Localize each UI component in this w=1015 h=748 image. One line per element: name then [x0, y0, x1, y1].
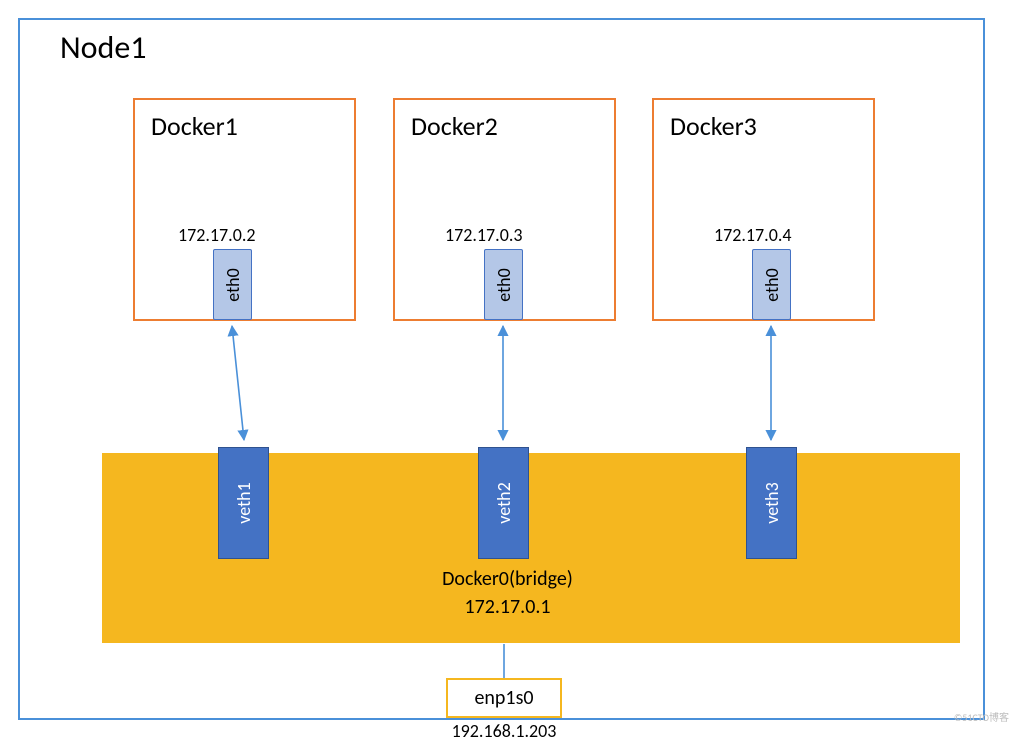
docker1-ip: 172.17.0.2 — [178, 224, 256, 246]
host-ip: 192.168.1.203 — [446, 720, 562, 742]
veth1-label: veth1 — [233, 482, 255, 523]
host-interface-label: enp1s0 — [474, 686, 533, 710]
docker2-ip: 172.17.0.3 — [445, 224, 523, 246]
veth3-box: veth3 — [746, 447, 797, 559]
bridge-text: Docker0(bridge) 172.17.0.1 — [358, 565, 658, 621]
docker1-eth0-label: eth0 — [222, 268, 244, 301]
docker1-title: Docker1 — [151, 110, 238, 142]
veth2-box: veth2 — [478, 447, 529, 559]
docker2-eth0-label: eth0 — [493, 268, 515, 301]
docker3-ip: 172.17.0.4 — [714, 224, 792, 246]
veth3-label: veth3 — [761, 482, 783, 523]
host-interface-box: enp1s0 — [446, 678, 562, 718]
node-title: Node1 — [60, 28, 146, 67]
veth1-box: veth1 — [218, 447, 269, 559]
docker2-eth0: eth0 — [484, 249, 523, 320]
docker1-eth0: eth0 — [213, 249, 252, 320]
bridge-name: Docker0(bridge) — [358, 565, 658, 593]
docker3-title: Docker3 — [670, 110, 757, 142]
bridge-ip: 172.17.0.1 — [358, 593, 658, 621]
docker3-eth0: eth0 — [752, 249, 791, 320]
docker2-title: Docker2 — [411, 110, 498, 142]
watermark: ©51CTO博客 — [954, 709, 1009, 724]
diagram-canvas: Node1 Docker1 172.17.0.2 eth0 Docker2 17… — [0, 0, 1015, 748]
veth2-label: veth2 — [493, 482, 515, 523]
docker3-eth0-label: eth0 — [761, 268, 783, 301]
